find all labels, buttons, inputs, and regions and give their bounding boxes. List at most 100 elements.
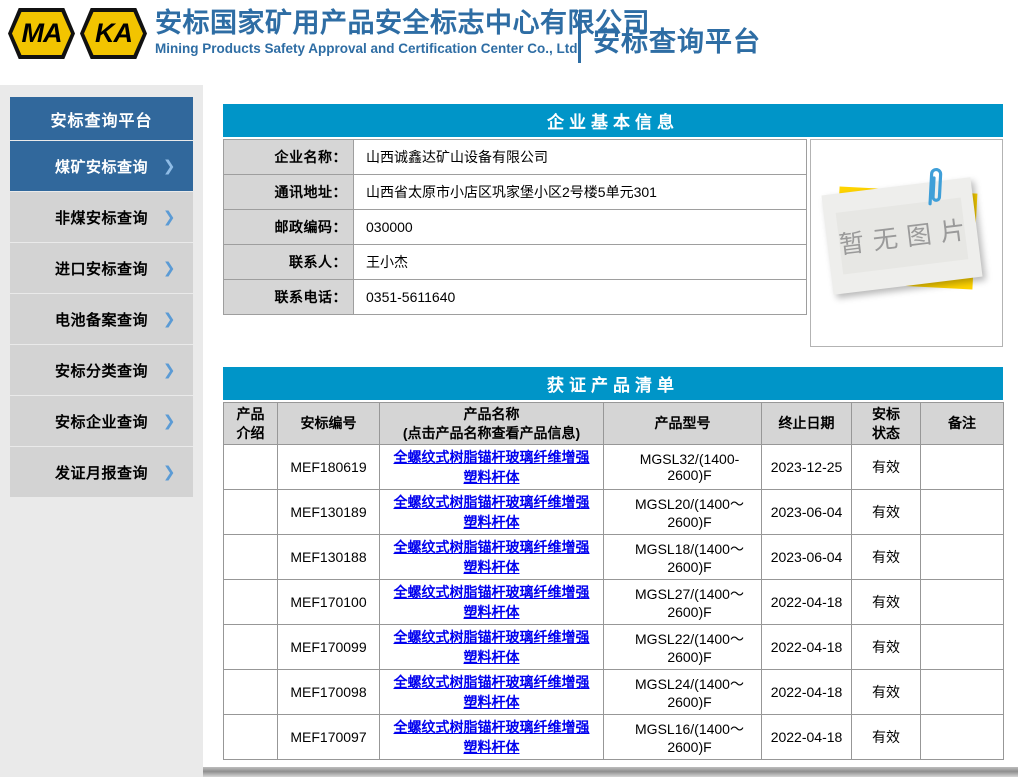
sidebar-item-battery-record-query[interactable]: 电池备案查询 ❯ <box>10 294 193 344</box>
col-header-end-date: 终止日期 <box>762 403 852 445</box>
cell-name: 全螺纹式树脂锚杆玻璃纤维增强塑料杆体 <box>380 580 604 625</box>
sidebar-item-label: 安标分类查询 <box>55 360 148 381</box>
sidebar-item-label: 电池备案查询 <box>55 309 148 330</box>
col-header-model: 产品型号 <box>604 403 762 445</box>
sidebar-item-coal-mine-query[interactable]: 煤矿安标查询 ❯ <box>10 141 193 191</box>
info-label: 联系电话： <box>224 280 354 315</box>
cell-intro <box>224 490 278 535</box>
company-photo-box: 暂无图片 <box>810 139 1003 347</box>
cell-status: 有效 <box>852 625 921 670</box>
bottom-scrollbar[interactable] <box>203 767 1018 777</box>
header-divider <box>578 14 581 63</box>
cell-note <box>921 445 1004 490</box>
sidebar-item-label: 非煤安标查询 <box>55 207 148 228</box>
sidebar-item-classification-query[interactable]: 安标分类查询 ❯ <box>10 345 193 395</box>
chevron-right-icon: ❯ <box>163 310 176 328</box>
cell-code: MEF180619 <box>278 445 380 490</box>
cell-note <box>921 715 1004 760</box>
table-row: MEF170098 全螺纹式树脂锚杆玻璃纤维增强塑料杆体 MGSL24/(140… <box>224 670 1004 715</box>
cell-end-date: 2023-06-04 <box>762 490 852 535</box>
table-row: MEF130189 全螺纹式树脂锚杆玻璃纤维增强塑料杆体 MGSL20/(140… <box>224 490 1004 535</box>
cell-note <box>921 625 1004 670</box>
sidebar-item-enterprise-query[interactable]: 安标企业查询 ❯ <box>10 396 193 446</box>
info-value: 0351-5611640 <box>354 280 807 315</box>
cell-name: 全螺纹式树脂锚杆玻璃纤维增强塑料杆体 <box>380 715 604 760</box>
company-info-table: 企业名称： 山西诚鑫达矿山设备有限公司 通讯地址： 山西省太原市小店区巩家堡小区… <box>223 139 807 315</box>
company-name-cn: 安标国家矿用产品安全标志中心有限公司 <box>155 7 650 39</box>
chevron-right-icon: ❯ <box>163 259 176 277</box>
product-name-link[interactable]: 全螺纹式树脂锚杆玻璃纤维增强塑料杆体 <box>394 719 590 755</box>
cell-model: MGSL20/(1400～2600)F <box>604 490 762 535</box>
cell-code: MEF170098 <box>278 670 380 715</box>
cell-model: MGSL27/(1400～2600)F <box>604 580 762 625</box>
site-header: MA KA 安标国家矿用产品安全标志中心有限公司 Mining Products… <box>0 0 1018 85</box>
logo-hex-ka-icon: KA <box>80 8 147 59</box>
sidebar-item-monthly-report-query[interactable]: 发证月报查询 ❯ <box>10 447 193 497</box>
chevron-right-icon: ❯ <box>163 412 176 430</box>
main-panel: 企业基本信息 企业名称： 山西诚鑫达矿山设备有限公司 通讯地址： 山西省太原市小… <box>203 85 1018 777</box>
cell-note <box>921 490 1004 535</box>
cell-status: 有效 <box>852 445 921 490</box>
no-image-text: 暂无图片 <box>828 209 976 262</box>
sidebar: 安标查询平台 煤矿安标查询 ❯ 非煤安标查询 ❯ 进口安标查询 ❯ 电池备案查询… <box>10 97 193 497</box>
cell-end-date: 2023-12-25 <box>762 445 852 490</box>
sidebar-item-import-query[interactable]: 进口安标查询 ❯ <box>10 243 193 293</box>
cell-code: MEF170100 <box>278 580 380 625</box>
product-name-link[interactable]: 全螺纹式树脂锚杆玻璃纤维增强塑料杆体 <box>394 629 590 665</box>
cell-end-date: 2022-04-18 <box>762 625 852 670</box>
info-value: 山西省太原市小店区巩家堡小区2号楼5单元301 <box>354 175 807 210</box>
table-row: 联系电话： 0351-5611640 <box>224 280 807 315</box>
table-row: 联系人： 王小杰 <box>224 245 807 280</box>
cell-intro <box>224 670 278 715</box>
info-value: 山西诚鑫达矿山设备有限公司 <box>354 140 807 175</box>
cell-code: MEF130189 <box>278 490 380 535</box>
cell-status: 有效 <box>852 715 921 760</box>
product-name-link[interactable]: 全螺纹式树脂锚杆玻璃纤维增强塑料杆体 <box>394 494 590 530</box>
cell-intro <box>224 445 278 490</box>
cell-model: MGSL18/(1400～2600)F <box>604 535 762 580</box>
logo-hex-ma-icon: MA <box>8 8 75 59</box>
table-header-row: 产品 介绍 安标编号 产品名称 (点击产品名称查看产品信息) 产品型号 终止日期… <box>224 403 1004 445</box>
cell-model: MGSL16/(1400～2600)F <box>604 715 762 760</box>
header-titles: 安标国家矿用产品安全标志中心有限公司 Mining Products Safet… <box>155 7 650 56</box>
cell-end-date: 2023-06-04 <box>762 535 852 580</box>
table-row: MEF170099 全螺纹式树脂锚杆玻璃纤维增强塑料杆体 MGSL22/(140… <box>224 625 1004 670</box>
placeholder-photo-card: 暂无图片 <box>821 177 982 295</box>
table-row: 邮政编码： 030000 <box>224 210 807 245</box>
cell-name: 全螺纹式树脂锚杆玻璃纤维增强塑料杆体 <box>380 535 604 580</box>
table-row: MEF170100 全螺纹式树脂锚杆玻璃纤维增强塑料杆体 MGSL27/(140… <box>224 580 1004 625</box>
cell-model: MGSL32/(1400-2600)F <box>604 445 762 490</box>
cell-name: 全螺纹式树脂锚杆玻璃纤维增强塑料杆体 <box>380 625 604 670</box>
sidebar-item-label: 煤矿安标查询 <box>55 156 148 177</box>
product-list-section: 获证产品清单 产品 介绍 安标编号 产品名称 (点击产品名称查看产品信息) 产品… <box>223 367 1003 760</box>
product-name-link[interactable]: 全螺纹式树脂锚杆玻璃纤维增强塑料杆体 <box>394 674 590 710</box>
col-header-name: 产品名称 (点击产品名称查看产品信息) <box>380 403 604 445</box>
table-row: MEF170097 全螺纹式树脂锚杆玻璃纤维增强塑料杆体 MGSL16/(140… <box>224 715 1004 760</box>
cell-status: 有效 <box>852 490 921 535</box>
cell-end-date: 2022-04-18 <box>762 670 852 715</box>
cell-status: 有效 <box>852 580 921 625</box>
table-row: 企业名称： 山西诚鑫达矿山设备有限公司 <box>224 140 807 175</box>
cell-intro <box>224 535 278 580</box>
cell-end-date: 2022-04-18 <box>762 580 852 625</box>
sidebar-title: 安标查询平台 <box>10 97 193 140</box>
sidebar-item-non-coal-query[interactable]: 非煤安标查询 ❯ <box>10 192 193 242</box>
cell-status: 有效 <box>852 535 921 580</box>
table-row: MEF130188 全螺纹式树脂锚杆玻璃纤维增强塑料杆体 MGSL18/(140… <box>224 535 1004 580</box>
cell-model: MGSL22/(1400～2600)F <box>604 625 762 670</box>
product-name-link[interactable]: 全螺纹式树脂锚杆玻璃纤维增强塑料杆体 <box>394 539 590 575</box>
chevron-right-icon: ❯ <box>163 361 176 379</box>
info-value: 030000 <box>354 210 807 245</box>
product-name-link[interactable]: 全螺纹式树脂锚杆玻璃纤维增强塑料杆体 <box>394 584 590 620</box>
sidebar-item-label: 进口安标查询 <box>55 258 148 279</box>
cell-code: MEF170099 <box>278 625 380 670</box>
logo-ma-text: MA <box>12 12 71 55</box>
cell-name: 全螺纹式树脂锚杆玻璃纤维增强塑料杆体 <box>380 445 604 490</box>
cell-intro <box>224 580 278 625</box>
no-image-placeholder: 暂无图片 <box>831 182 983 294</box>
logo-ka-text: KA <box>84 12 143 55</box>
info-label: 联系人： <box>224 245 354 280</box>
cell-note <box>921 580 1004 625</box>
info-label: 邮政编码： <box>224 210 354 245</box>
product-name-link[interactable]: 全螺纹式树脂锚杆玻璃纤维增强塑料杆体 <box>394 449 590 485</box>
